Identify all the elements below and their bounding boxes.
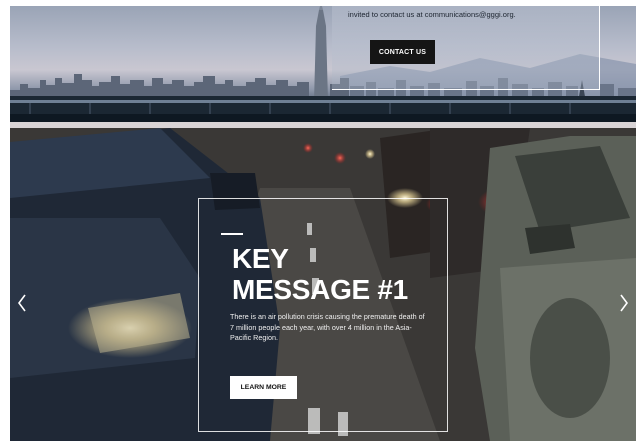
key-message-carousel: KEY MESSAGE #1 There is an air pollution… bbox=[10, 128, 636, 441]
contact-us-button[interactable]: CONTACT US bbox=[370, 40, 435, 64]
city-hero-banner: invited to contact us at communications@… bbox=[10, 6, 636, 122]
chevron-right-icon bbox=[620, 294, 628, 312]
contact-info-box: invited to contact us at communications@… bbox=[332, 6, 600, 90]
title-accent-rule bbox=[221, 233, 243, 235]
chevron-left-icon bbox=[18, 294, 26, 312]
contact-text: invited to contact us at communications@… bbox=[348, 10, 516, 19]
slide-title-line-1: KEY bbox=[232, 243, 289, 274]
slide-title: KEY MESSAGE #1 bbox=[232, 243, 408, 305]
slide-body-text: There is an air pollution crisis causing… bbox=[230, 312, 425, 342]
slide-title-line-2: MESSAGE #1 bbox=[232, 274, 408, 305]
carousel-prev-button[interactable] bbox=[13, 292, 31, 314]
carousel-next-button[interactable] bbox=[615, 292, 633, 314]
learn-more-button[interactable]: LEARN MORE bbox=[230, 376, 297, 399]
key-message-card: KEY MESSAGE #1 There is an air pollution… bbox=[198, 198, 448, 432]
